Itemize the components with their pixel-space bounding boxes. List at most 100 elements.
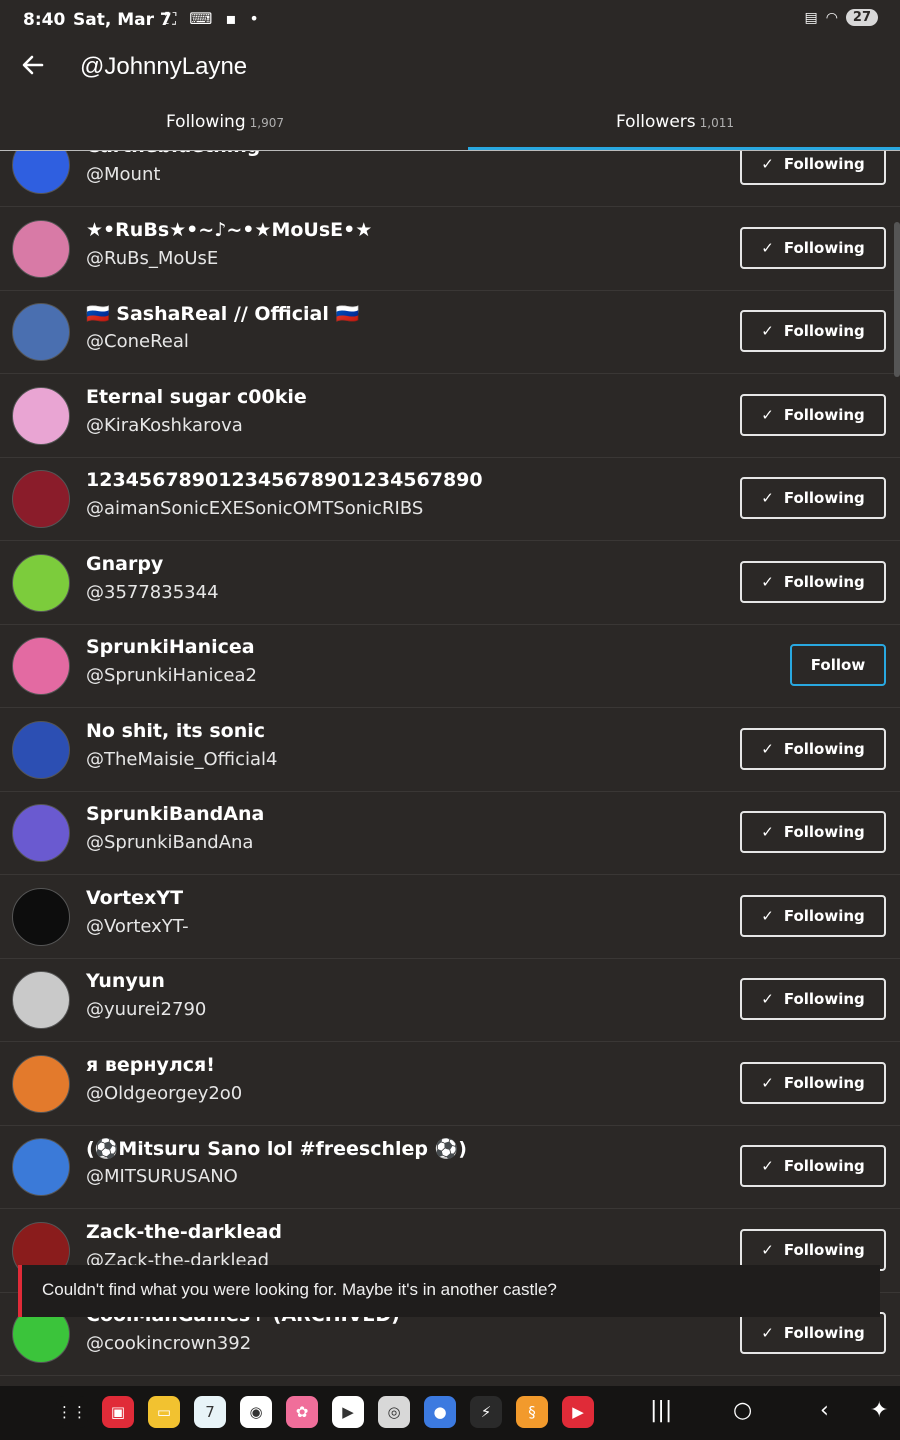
follow-button-label: Following <box>783 1241 865 1259</box>
user-display-name: ★•RuBs★•~♪~•★MoUsE•★ <box>86 219 373 241</box>
avatar[interactable] <box>12 637 70 695</box>
checkmark-icon: ✓ <box>761 239 774 257</box>
checkmark-icon: ✓ <box>761 907 774 925</box>
red-app-icon[interactable]: ▣ <box>102 1396 134 1428</box>
camera-icon[interactable]: ◎ <box>378 1396 410 1428</box>
tab-following-label: Following <box>166 112 246 132</box>
avatar[interactable] <box>12 721 70 779</box>
checkmark-icon: ✓ <box>761 1074 774 1092</box>
user-display-name: Eternal sugar c00kie <box>86 386 307 408</box>
chrome-icon[interactable]: ◉ <box>240 1396 272 1428</box>
avatar[interactable] <box>12 1138 70 1196</box>
follow-button[interactable]: Follow <box>790 644 886 686</box>
checkmark-icon: ✓ <box>761 990 774 1008</box>
checkmark-icon: ✓ <box>761 489 774 507</box>
home-icon[interactable]: ○ <box>733 1398 752 1423</box>
tab-bar: Following 1,907 Followers 1,011 <box>0 100 900 151</box>
follow-button-label: Following <box>783 322 865 340</box>
user-row[interactable]: Yunyun @yuurei2790 ✓ Following <box>0 958 900 1042</box>
play-store-icon[interactable]: ▶ <box>332 1396 364 1428</box>
avatar[interactable] <box>12 554 70 612</box>
user-row[interactable]: VortexYT @VortexYT- ✓ Following <box>0 875 900 959</box>
following-button[interactable]: ✓ Following <box>740 1145 886 1187</box>
following-button[interactable]: ✓ Following <box>740 728 886 770</box>
recent-apps-icon[interactable]: ||| <box>650 1398 672 1423</box>
flash-app-icon[interactable]: ⚡ <box>470 1396 502 1428</box>
user-display-name: SprunkiBandAna <box>86 803 265 825</box>
messages-icon[interactable]: ● <box>424 1396 456 1428</box>
user-row[interactable]: (⚽Mitsuru Sano lol #freeschlep ⚽) @MITSUR… <box>0 1125 900 1209</box>
back-arrow-icon[interactable] <box>20 52 46 78</box>
checkmark-icon: ✓ <box>761 1324 774 1342</box>
status-date: Sat, Mar 7 <box>73 10 172 30</box>
following-button[interactable]: ✓ Following <box>740 895 886 937</box>
photos-icon[interactable]: ✿ <box>286 1396 318 1428</box>
following-button[interactable]: ✓ Following <box>740 978 886 1020</box>
system-status-icons: ▤ ◠ 27 <box>804 9 878 26</box>
user-display-name: 🇷🇺 SashaReal // Official 🇷🇺 <box>86 303 360 325</box>
following-button[interactable]: ✓ Following <box>740 1062 886 1104</box>
user-handle: @yuurei2790 <box>86 999 207 1020</box>
tab-following[interactable]: Following 1,907 <box>0 112 450 132</box>
user-row[interactable]: Eternal sugar c00kie @KiraKoshkarova ✓ Foll… <box>0 374 900 458</box>
user-row[interactable]: SprunkiBandAna @SprunkiBandAna ✓ Following <box>0 791 900 875</box>
following-button[interactable]: ✓ Following <box>740 151 886 185</box>
scrollbar[interactable] <box>894 222 900 377</box>
status-time: 8:40 <box>23 10 66 30</box>
avatar[interactable] <box>12 888 70 946</box>
app-drawer-icon[interactable]: ⋮⋮ <box>56 1396 88 1428</box>
back-nav-icon[interactable]: ‹ <box>820 1398 829 1423</box>
avatar[interactable] <box>12 1055 70 1113</box>
calendar-icon[interactable]: 7 <box>194 1396 226 1428</box>
avatar[interactable] <box>12 220 70 278</box>
follow-button-label: Following <box>783 990 865 1008</box>
toast-message: Couldn't find what you were looking for.… <box>42 1280 557 1299</box>
tab-followers[interactable]: Followers 1,011 <box>450 112 900 132</box>
follow-button-label: Following <box>783 1157 865 1175</box>
user-row[interactable]: 🇷🇺 SashaReal // Official 🇷🇺 @ConeReal ✓ Fol… <box>0 290 900 374</box>
user-handle: @Oldgeorgey2o0 <box>86 1083 243 1104</box>
user-row[interactable]: SprunkiHanicea @SprunkiHanicea2 Follow <box>0 624 900 708</box>
tab-followers-count: 1,011 <box>699 116 734 130</box>
user-list[interactable]: Carthebluething@Mount✓Following★•RuBs★•~… <box>0 151 900 1386</box>
checkmark-icon: ✓ <box>761 155 774 173</box>
tab-followers-label: Followers <box>616 112 696 132</box>
avatar[interactable] <box>12 387 70 445</box>
youtube-icon[interactable]: ▶ <box>562 1396 594 1428</box>
following-button[interactable]: ✓ Following <box>740 394 886 436</box>
following-button[interactable]: ✓ Following <box>740 477 886 519</box>
user-row[interactable]: ★•RuBs★•~♪~•★MoUsE•★ @RuBs_MoUsE ✓ Followin… <box>0 207 900 291</box>
user-handle: @MITSURUSANO <box>86 1166 238 1187</box>
following-button[interactable]: ✓ Following <box>740 561 886 603</box>
files-icon[interactable]: ▭ <box>148 1396 180 1428</box>
user-display-name: No shit, its sonic <box>86 720 266 742</box>
notification-icons: ⛶ ⌨ ▪ • <box>165 9 263 28</box>
avatar[interactable] <box>12 971 70 1029</box>
following-button[interactable]: ✓ Following <box>740 227 886 269</box>
avatar[interactable] <box>12 151 70 194</box>
following-button[interactable]: ✓ Following <box>740 1312 886 1354</box>
checkmark-icon: ✓ <box>761 1241 774 1259</box>
checkmark-icon: ✓ <box>761 823 774 841</box>
following-button[interactable]: ✓ Following <box>740 811 886 853</box>
orange-app-icon[interactable]: § <box>516 1396 548 1428</box>
user-handle: @KiraKoshkarova <box>86 415 243 436</box>
user-row[interactable]: Gnarpy @3577835344 ✓ Following <box>0 541 900 625</box>
accessibility-icon[interactable]: ✦ <box>870 1398 888 1423</box>
user-row[interactable]: CleanAndYoursFriends@CleanAndYoursFriend… <box>0 1376 900 1386</box>
follow-button-label: Following <box>783 907 865 925</box>
avatar[interactable] <box>12 303 70 361</box>
user-row[interactable]: Carthebluething @Mount ✓ Following <box>0 151 900 207</box>
follow-button-label: Following <box>783 1324 865 1342</box>
checkmark-icon: ✓ <box>761 406 774 424</box>
avatar[interactable] <box>12 470 70 528</box>
user-handle: @3577835344 <box>86 582 219 603</box>
wifi-icon: ◠ <box>825 9 838 26</box>
user-row[interactable]: я вернулся! @Oldgeorgey2o0 ✓ Following <box>0 1042 900 1126</box>
user-row[interactable]: 123456789012345678901234567890 @aimanSoni… <box>0 457 900 541</box>
user-row[interactable]: No shit, its sonic @TheMaisie_Official4 ✓ F… <box>0 708 900 792</box>
avatar[interactable] <box>12 804 70 862</box>
following-button[interactable]: ✓ Following <box>740 310 886 352</box>
checkmark-icon: ✓ <box>761 1157 774 1175</box>
user-handle: @TheMaisie_Official4 <box>86 749 278 770</box>
